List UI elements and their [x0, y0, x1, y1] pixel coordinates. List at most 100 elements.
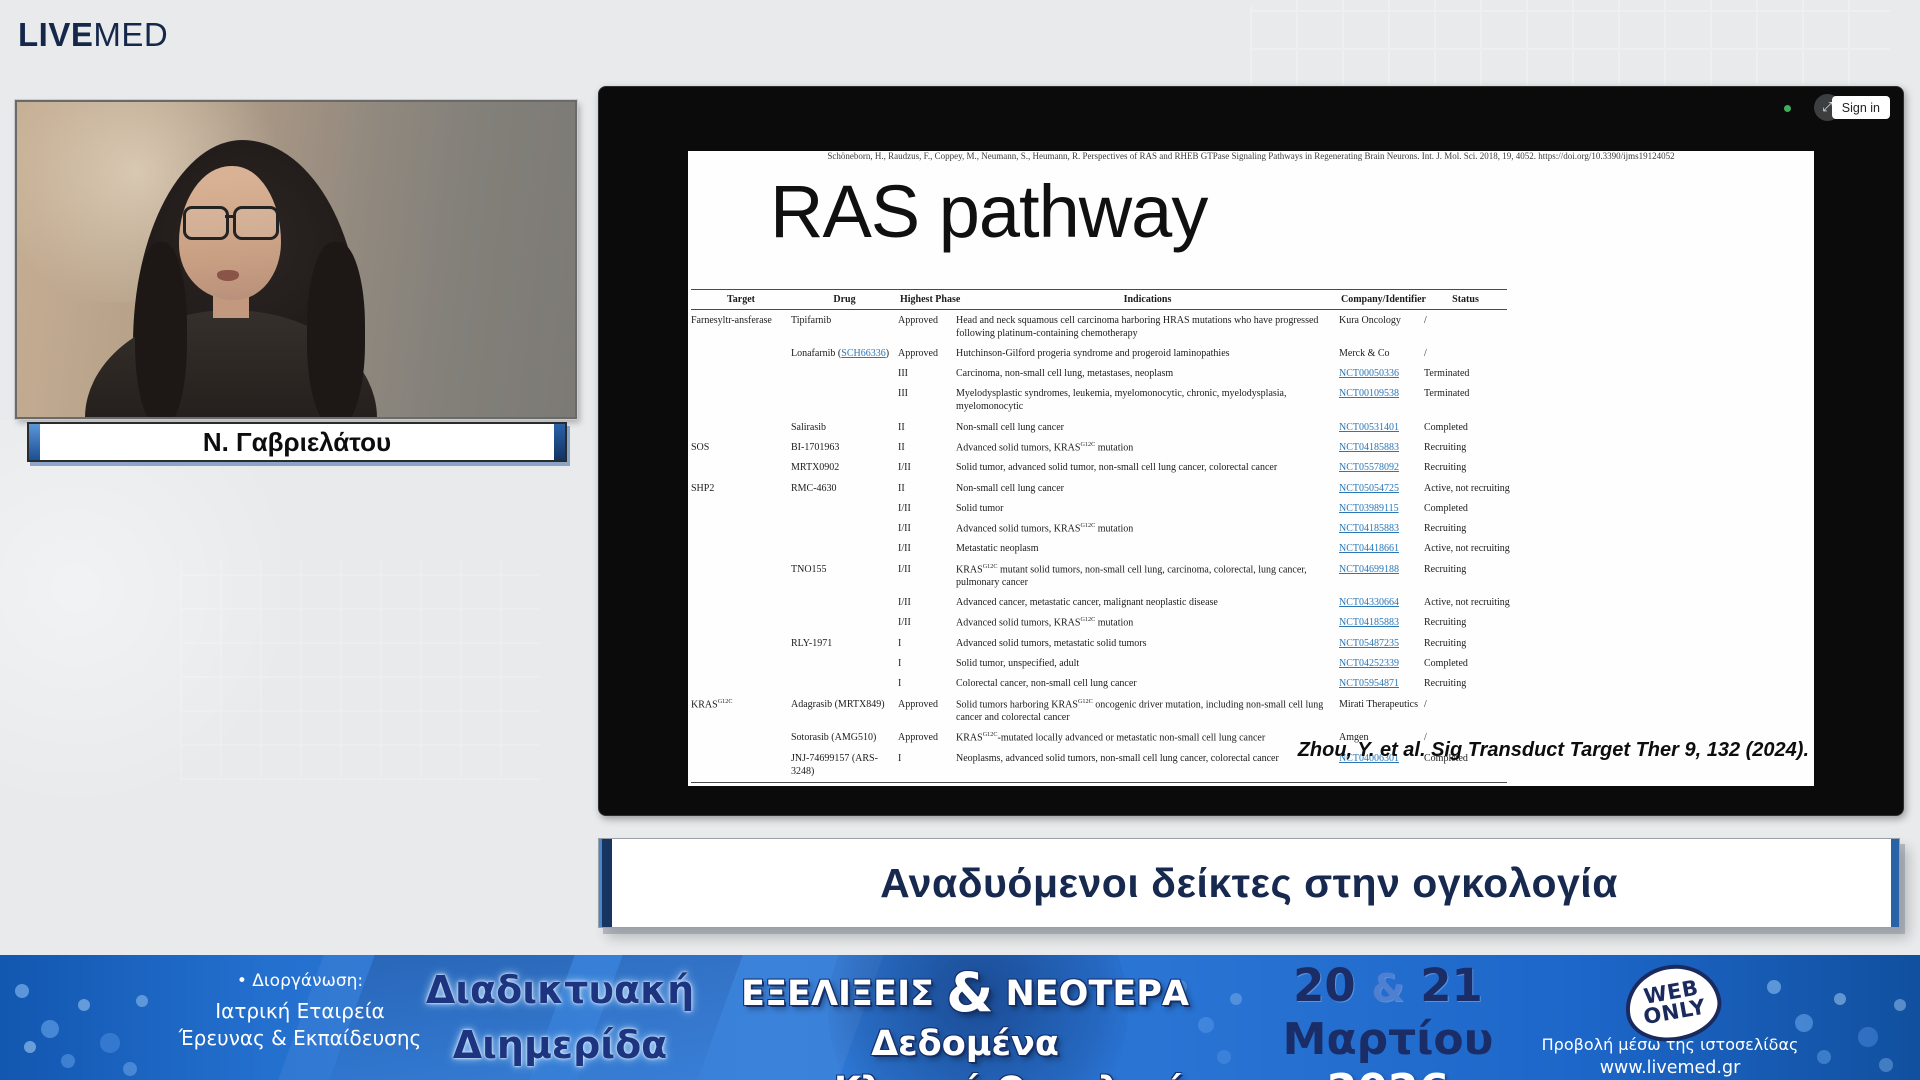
table-cell: KRASG12C mutant solid tumors, non-small …	[956, 559, 1339, 593]
table-row: IColorectal cancer, non-small cell lung …	[691, 674, 1507, 694]
nameplate-right-cap	[554, 424, 565, 460]
slide-title: RAS pathway	[770, 169, 1207, 254]
event-dates-block: 20 & 21 Μαρτίου 2026	[1268, 959, 1508, 1080]
table-cell: Recruiting	[1424, 559, 1507, 593]
slide-top-citation: Schöneborn, H., Raudzus, F., Coppey, M.,…	[688, 151, 1814, 161]
table-cell	[791, 384, 898, 417]
event-date-year: 2026	[1327, 1065, 1449, 1080]
table-cell: Completed	[1424, 498, 1507, 518]
table-cell: Hutchinson-Gilford progeria syndrome and…	[956, 343, 1339, 363]
table-cell: SHP2	[691, 478, 791, 498]
session-title-bar: Αναδυόμενοι δείκτες στην ογκολογία	[598, 838, 1900, 928]
table-cell: RMC-4630	[791, 478, 898, 498]
table-header-cell: Indications	[956, 290, 1339, 310]
table-cell: Advanced cancer, metastatic cancer, mali…	[956, 593, 1339, 613]
website-access-text: Προβολή μέσω της ιστοσελίδας	[1530, 1035, 1810, 1054]
table-cell: Non-small cell lung cancer	[956, 417, 1339, 437]
table-cell: I/II	[898, 518, 956, 539]
table-row: Lonafarnib (SCH66336)ApprovedHutchinson-…	[691, 343, 1507, 363]
sign-in-button[interactable]: Sign in	[1832, 96, 1890, 119]
speaker-mouth	[217, 270, 239, 281]
table-cell: NCT05954871	[1339, 674, 1424, 694]
table-cell: Tipifarnib	[791, 310, 898, 344]
trial-identifier-link: NCT04185883	[1339, 442, 1399, 453]
table-header-cell: Target	[691, 290, 791, 310]
table-cell	[691, 364, 791, 384]
table-cell	[691, 728, 791, 749]
trial-identifier-link: NCT04330664	[1339, 597, 1399, 608]
livemed-logo: LIVEMED	[18, 16, 168, 54]
table-cell: Completed	[1424, 654, 1507, 674]
table-cell	[691, 498, 791, 518]
website-access-block: Προβολή μέσω της ιστοσελίδας www.livemed…	[1530, 1035, 1810, 1078]
speaker-nameplate: Ν. Γαβριελάτου	[27, 422, 567, 462]
table-cell	[691, 384, 791, 417]
table-cell: TNO155	[791, 559, 898, 593]
molecule-graphic-left	[6, 959, 14, 967]
table-row: SOSBI-1701963IIAdvanced solid tumors, KR…	[691, 437, 1507, 458]
table-cell	[791, 613, 898, 634]
trial-identifier-link: NCT04185883	[1339, 523, 1399, 534]
table-cell: Advanced solid tumors, metastatic solid …	[956, 634, 1339, 654]
table-cell: NCT04330664	[1339, 593, 1424, 613]
table-cell: Active, not recruiting	[1424, 478, 1507, 498]
table-cell: Terminated	[1424, 364, 1507, 384]
table-cell: Salirasib	[791, 417, 898, 437]
slide-viewer: ⤢ Sign in Schöneborn, H., Raudzus, F., C…	[598, 86, 1904, 816]
table-row: I/IISolid tumorNCT03989115Completed	[691, 498, 1507, 518]
table-cell: II	[898, 417, 956, 437]
table-cell: I/II	[898, 593, 956, 613]
table-cell: Myelodysplastic syndromes, leukemia, mye…	[956, 384, 1339, 417]
table-cell	[791, 518, 898, 539]
speaker-glasses	[183, 206, 279, 238]
slide-content: Schöneborn, H., Raudzus, F., Coppey, M.,…	[688, 151, 1814, 786]
table-cell: Advanced solid tumors, KRASG12C mutation	[956, 518, 1339, 539]
trial-identifier-link: NCT05487235	[1339, 638, 1399, 649]
trial-identifier-link: NCT05578092	[1339, 462, 1399, 473]
table-cell: Kura Oncology	[1339, 310, 1424, 344]
trial-identifier-link: NCT05054725	[1339, 483, 1399, 494]
event-title-block: ΕΞΕΛΙΞΕΙΣ & ΝΕΟΤΕΡΑ Δεδομένα στην Κλινικ…	[690, 961, 1240, 1080]
event-format-line2: Διημερίδα	[420, 1018, 700, 1073]
table-cell: Recruiting	[1424, 634, 1507, 654]
event-dates-days: 20 & 21	[1268, 959, 1508, 1012]
table-cell: Approved	[898, 728, 956, 749]
table-row: KRASG12CAdagrasib (MRTX849)ApprovedSolid…	[691, 694, 1507, 728]
table-cell: NCT04418661	[1339, 539, 1424, 559]
table-cell	[791, 364, 898, 384]
table-cell: Adagrasib (MRTX849)	[791, 694, 898, 728]
table-cell: Colorectal cancer, non-small cell lung c…	[956, 674, 1339, 694]
organizer-block: • Διοργάνωση: Ιατρική Εταιρεία Έρευνας &…	[150, 971, 450, 1052]
event-format-block: Διαδικτυακή Διημερίδα	[420, 963, 700, 1073]
table-cell	[691, 417, 791, 437]
table-row: I/IIAdvanced solid tumors, KRASG12C muta…	[691, 613, 1507, 634]
table-cell: Lonafarnib (SCH66336)	[791, 343, 898, 363]
event-dates-month-year: Μαρτίου 2026	[1268, 1014, 1508, 1080]
organizer-name-line1: Ιατρική Εταιρεία	[150, 998, 450, 1025]
table-row: I/IIAdvanced cancer, metastatic cancer, …	[691, 593, 1507, 613]
event-title-line1: ΕΞΕΛΙΞΕΙΣ & ΝΕΟΤΕΡΑ Δεδομένα	[690, 961, 1240, 1064]
speaker-hair-strand-left	[135, 242, 187, 419]
table-cell: II	[898, 478, 956, 498]
table-cell: NCT04185883	[1339, 613, 1424, 634]
table-cell: Metastatic neoplasm	[956, 539, 1339, 559]
table-cell: Approved	[898, 343, 956, 363]
trial-identifier-link: NCT00050336	[1339, 368, 1399, 379]
table-cell: NCT04252339	[1339, 654, 1424, 674]
speaker-hair-strand-right	[307, 242, 365, 419]
background-glow	[0, 420, 280, 840]
table-cell: I	[898, 654, 956, 674]
table-cell: KRASG12C	[691, 694, 791, 728]
table-cell: NCT05487235	[1339, 634, 1424, 654]
table-cell: Advanced solid tumors, KRASG12C mutation	[956, 437, 1339, 458]
table-cell	[791, 539, 898, 559]
trial-identifier-link: NCT04699188	[1339, 564, 1399, 575]
table-row: SHP2RMC-4630IINon-small cell lung cancer…	[691, 478, 1507, 498]
table-row: ISolid tumor, unspecified, adultNCT04252…	[691, 654, 1507, 674]
table-cell: Active, not recruiting	[1424, 593, 1507, 613]
table-row: Farnesyltr-ansferaseTipifarnibApprovedHe…	[691, 310, 1507, 344]
table-row: I/IIAdvanced solid tumors, KRASG12C muta…	[691, 518, 1507, 539]
table-cell: Advanced solid tumors, KRASG12C mutation	[956, 613, 1339, 634]
table-cell	[691, 593, 791, 613]
table-cell: Solid tumor	[956, 498, 1339, 518]
